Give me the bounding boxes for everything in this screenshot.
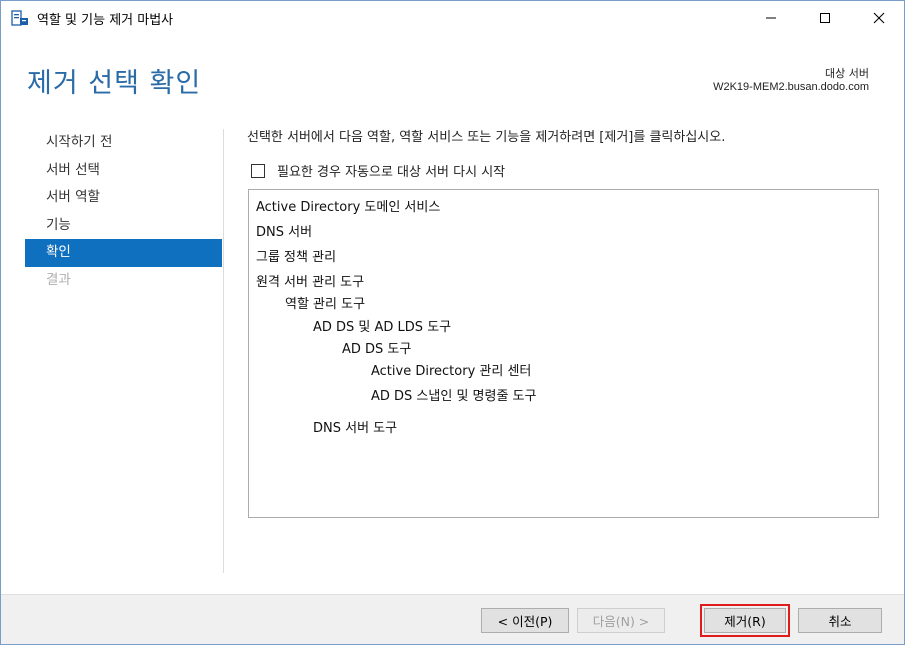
close-icon xyxy=(873,12,885,24)
window-title: 역할 및 기능 제거 마법사 xyxy=(37,13,174,28)
list-item: AD DS 도구 xyxy=(342,342,412,357)
removal-items-list[interactable]: Active Directory 도메인 서비스 DNS 서버 그룹 정책 관리… xyxy=(248,189,879,518)
nav-item-features[interactable]: 기능 xyxy=(25,212,222,240)
nav-item-server-roles[interactable]: 서버 역할 xyxy=(25,184,222,212)
minimize-button[interactable] xyxy=(748,1,794,35)
next-button: 다음(N) > xyxy=(577,608,665,633)
previous-button[interactable]: < 이전(P) xyxy=(481,608,569,633)
maximize-icon xyxy=(820,13,830,23)
wizard-window: 역할 및 기능 제거 마법사 제거 선택 확인 대상 서버 W2K19-MEM2… xyxy=(0,0,905,645)
nav-item-server-selection[interactable]: 서버 선택 xyxy=(25,157,222,185)
nav-item-before-you-begin[interactable]: 시작하기 전 xyxy=(25,129,222,157)
list-item: DNS 서버 도구 xyxy=(313,421,398,436)
restart-option[interactable]: 필요한 경우 자동으로 대상 서버 다시 시작 xyxy=(251,161,505,180)
nav-item-confirmation[interactable]: 확인 xyxy=(25,239,222,267)
wizard-footer: < 이전(P) 다음(N) > 제거(R) 취소 xyxy=(1,594,904,644)
list-item: Active Directory 도메인 서비스 xyxy=(256,200,441,215)
list-item: Active Directory 관리 센터 xyxy=(371,364,532,379)
list-item: 역할 관리 도구 xyxy=(285,297,366,312)
minimize-icon xyxy=(766,17,776,19)
title-bar[interactable]: 역할 및 기능 제거 마법사 xyxy=(1,1,904,35)
nav-divider xyxy=(223,129,224,573)
list-item: AD DS 및 AD LDS 도구 xyxy=(313,320,452,335)
server-manager-icon xyxy=(11,10,28,26)
cancel-button[interactable]: 취소 xyxy=(798,608,882,633)
list-item: DNS 서버 xyxy=(256,225,313,240)
list-item: AD DS 스냅인 및 명령줄 도구 xyxy=(371,389,537,404)
close-button[interactable] xyxy=(856,1,902,35)
nav-item-results: 결과 xyxy=(46,271,71,288)
remove-button[interactable]: 제거(R) xyxy=(704,608,786,633)
page-title: 제거 선택 확인 xyxy=(27,68,202,99)
maximize-button[interactable] xyxy=(802,1,848,35)
restart-checkbox[interactable] xyxy=(251,163,265,178)
list-item: 그룹 정책 관리 xyxy=(256,250,337,265)
restart-label[interactable]: 필요한 경우 자동으로 대상 서버 다시 시작 xyxy=(277,161,505,180)
wizard-nav: 시작하기 전 서버 선택 서버 역할 기능 확인 결과 xyxy=(25,129,222,294)
list-item: 원격 서버 관리 도구 xyxy=(256,275,365,290)
destination-server-name: W2K19-MEM2.busan.dodo.com xyxy=(713,81,869,93)
destination-server-label: 대상 서버 xyxy=(825,67,869,80)
instruction-text: 선택한 서버에서 다음 역할, 역할 서비스 또는 기능을 제거하려면 [제거]… xyxy=(247,130,726,145)
